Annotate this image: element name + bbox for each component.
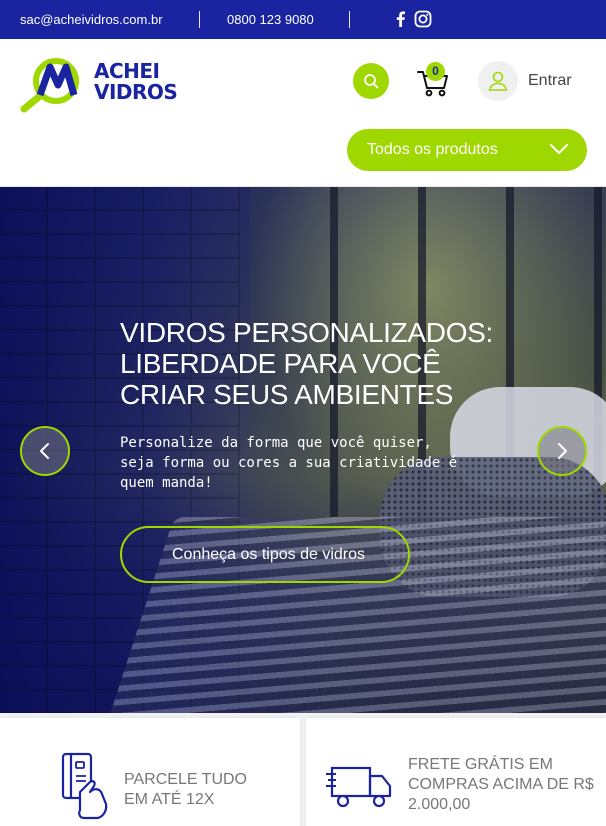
benefit-installments: PARCELE TUDO EM ATÉ 12X [0, 718, 300, 826]
chevron-left-icon [40, 443, 49, 459]
benefit-free-shipping: FRETE GRÁTIS EM COMPRAS ACIMA DE R$ 2.00… [306, 718, 606, 826]
contact-email-link[interactable]: sac@acheividros.com.br [20, 12, 163, 27]
divider [349, 11, 350, 28]
hero-title: VIDROS PERSONALIZADOS: LIBERDADE PARA VO… [120, 317, 494, 410]
divider [199, 11, 200, 28]
top-bar: sac@acheividros.com.br 0800 123 9080 [0, 0, 606, 39]
hero-banner: VIDROS PERSONALIZADOS: LIBERDADE PARA VO… [0, 187, 606, 713]
contact-phone[interactable]: 0800 123 9080 [227, 12, 314, 27]
card-in-hand-icon [61, 752, 108, 820]
hero-subtitle: Personalize da forma que você quiser, se… [120, 435, 458, 491]
all-products-label: Todos os produtos [367, 141, 498, 158]
benefit-installments-text: PARCELE TUDO EM ATÉ 12X [124, 771, 247, 808]
benefits-bar: PARCELE TUDO EM ATÉ 12X FRETE GRÁTIS EM … [0, 713, 606, 826]
logo-text-bottom: VIDROS [94, 80, 178, 104]
site-header: ACHEI VIDROS 0 Entrar Todos os produtos [0, 39, 606, 187]
chevron-right-icon [558, 443, 567, 459]
logo-mark-icon [20, 58, 79, 113]
user-icon [488, 71, 508, 91]
glass-types-button[interactable]: Conheça os tipos de vidros [120, 526, 410, 583]
glass-types-button-label: Conheça os tipos de vidros [172, 546, 365, 563]
cart-count-badge: 0 [426, 62, 445, 81]
logo[interactable]: ACHEI VIDROS [18, 55, 178, 113]
login-link[interactable]: Entrar [528, 72, 572, 90]
logo-wordmark: ACHEI VIDROS [94, 59, 178, 104]
benefit-free-shipping-text: FRETE GRÁTIS EM COMPRAS ACIMA DE R$ 2.00… [408, 756, 594, 813]
search-button[interactable] [353, 63, 389, 99]
facebook-icon[interactable] [392, 10, 410, 28]
carousel-next-button[interactable] [537, 426, 587, 476]
carousel-prev-button[interactable] [20, 426, 70, 476]
chevron-down-icon [550, 144, 568, 154]
all-products-dropdown[interactable]: Todos os produtos [347, 129, 587, 171]
search-icon [364, 74, 379, 89]
logo-text-top: ACHEI [94, 59, 160, 83]
avatar[interactable] [478, 61, 518, 101]
instagram-icon[interactable] [414, 10, 432, 28]
delivery-truck-icon [326, 766, 392, 808]
